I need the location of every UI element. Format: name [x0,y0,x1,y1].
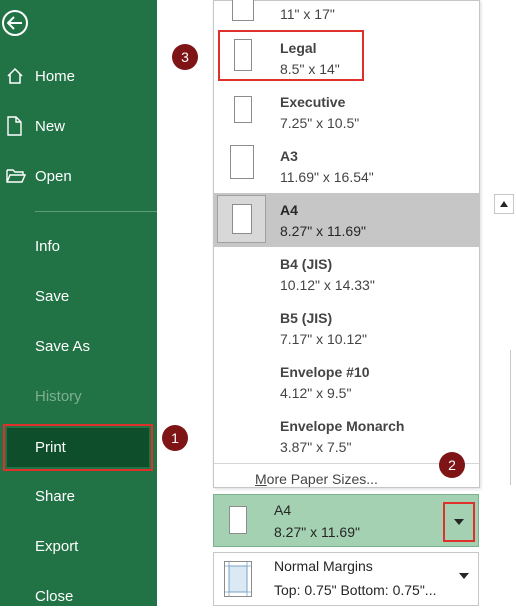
nav-print-label: Print [35,439,66,456]
paper-option-name: B5 (JIS) [280,310,333,326]
nav-save-as[interactable]: Save As [0,328,157,364]
nav-print[interactable]: Print [7,428,149,467]
nav-history: History [0,378,157,414]
paper-option-envelope-monarch[interactable]: Envelope Monarch 3.87" x 7.5" [214,409,479,463]
nav-info-label: Info [35,237,61,255]
nav-info[interactable]: Info [0,228,157,264]
nav-close-label: Close [35,587,74,605]
paper-icon [232,204,252,234]
margins-icon [224,561,252,597]
step-badge-2: 2 [439,452,465,478]
paper-icon [229,506,247,534]
paper-icon [232,0,254,21]
paper-option-name: Envelope #10 [280,364,370,380]
backstage-sidebar: Home New Open Info Save Save As History … [0,0,157,606]
nav-save-label: Save [35,287,70,305]
triangle-up-icon [500,201,508,207]
margins-detail: Top: 0.75" Bottom: 0.75"... [274,582,437,598]
chevron-down-icon [454,519,464,525]
nav-save-as-label: Save As [35,337,91,355]
step-badge-1: 1 [162,425,188,451]
arrow-left-icon [7,16,22,30]
paper-option-dim: 8.27" x 11.69" [280,223,366,239]
folder-icon [6,168,26,184]
nav-home[interactable]: Home [0,58,157,94]
paper-size-selector[interactable]: A4 8.27" x 11.69" [213,494,479,547]
paper-option-tabloid[interactable]: 11" x 17" [214,0,479,25]
paper-option-a3[interactable]: A3 11.69" x 16.54" [214,139,479,193]
nav-home-label: Home [35,67,76,85]
paper-option-name: A3 [280,148,298,164]
scroll-up-button[interactable] [494,194,514,214]
home-icon [6,67,26,85]
more-accelerator: M [255,471,267,487]
more-paper-sizes-link[interactable]: More Paper Sizes... [255,471,378,487]
step-badge-3: 3 [172,44,198,70]
paper-option-envelope-10[interactable]: Envelope #10 4.12" x 9.5" [214,355,479,409]
paper-option-name: Envelope Monarch [280,418,405,434]
sidebar-divider [35,211,157,212]
nav-open[interactable]: Open [0,158,157,194]
paper-option-name: B4 (JIS) [280,256,333,272]
paper-option-dim: 10.12" x 14.33" [280,277,375,293]
legal-highlight [218,30,364,81]
paper-option-a4[interactable]: A4 8.27" x 11.69" [214,193,479,247]
nav-close[interactable]: Close [0,578,157,614]
nav-save[interactable]: Save [0,278,157,314]
paper-option-dim: 11.69" x 16.54" [280,169,374,185]
paper-size-name: A4 [274,502,292,518]
paper-option-dim: 4.12" x 9.5" [280,385,352,401]
paper-option-dim: 3.87" x 7.5" [280,439,352,455]
paper-size-dim: 8.27" x 11.69" [274,524,360,540]
paper-icon [234,96,252,123]
nav-export-label: Export [35,537,79,555]
paper-size-dropdown: 11" x 17" Legal 8.5" x 14" Executive 7.2… [213,0,480,488]
back-button[interactable] [2,10,28,36]
margins-name: Normal Margins [274,558,373,574]
more-label: ore Paper Sizes... [266,471,378,487]
nav-new-label: New [35,117,66,135]
nav-history-label: History [35,387,82,405]
paper-option-name: A4 [280,202,298,218]
paper-option-executive[interactable]: Executive 7.25" x 10.5" [214,85,479,139]
chevron-down-icon[interactable] [459,573,469,579]
paper-option-dim: 7.17" x 10.12" [280,331,368,347]
scrollbar-track[interactable] [510,350,516,485]
nav-new[interactable]: New [0,108,157,144]
nav-share[interactable]: Share [0,478,157,514]
nav-open-label: Open [35,167,72,185]
paper-option-dim: 11" x 17" [280,6,335,22]
paper-option-b4-jis[interactable]: B4 (JIS) 10.12" x 14.33" [214,247,479,301]
nav-share-label: Share [35,487,76,505]
margins-selector[interactable]: Normal Margins Top: 0.75" Bottom: 0.75".… [213,552,479,606]
paper-size-dropdown-button[interactable] [443,502,475,542]
paper-option-name: Executive [280,94,346,110]
paper-icon [230,145,254,179]
paper-option-dim: 7.25" x 10.5" [280,115,360,131]
nav-print-highlight: Print [3,424,153,471]
nav-export[interactable]: Export [0,528,157,564]
new-document-icon [6,116,26,136]
paper-option-b5-jis[interactable]: B5 (JIS) 7.17" x 10.12" [214,301,479,355]
